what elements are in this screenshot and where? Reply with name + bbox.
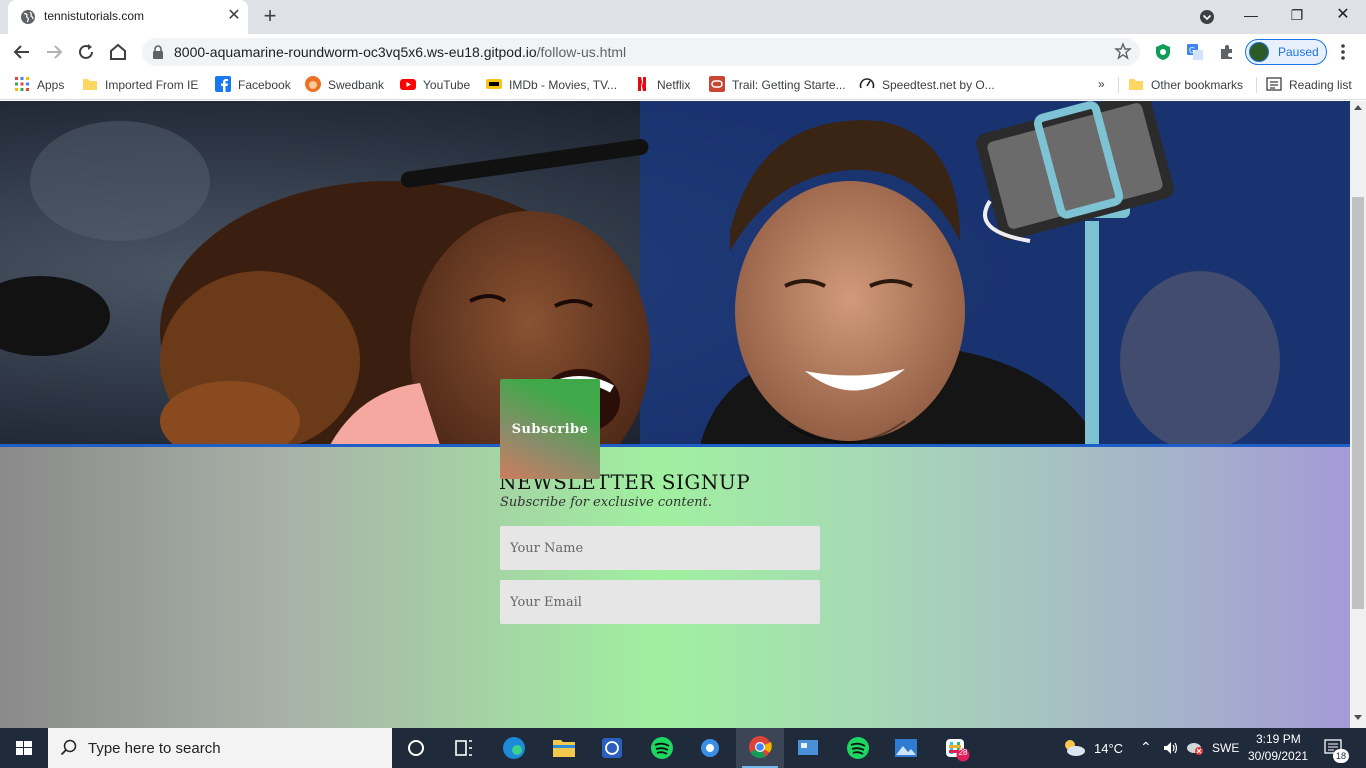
bookmark-apps[interactable]: Apps xyxy=(14,76,64,94)
taskbar-chrome-active[interactable] xyxy=(736,728,784,768)
tennis-players-selfie-illustration xyxy=(0,101,1350,445)
scroll-up-arrow-icon[interactable] xyxy=(1354,105,1362,110)
bookmark-facebook[interactable]: Facebook xyxy=(215,76,291,94)
bookmark-other[interactable]: Other bookmarks xyxy=(1128,76,1243,94)
slack-badge: 28 xyxy=(958,748,968,757)
edge-browser-icon[interactable] xyxy=(490,728,538,768)
weather-temperature[interactable]: 14°C xyxy=(1094,741,1123,756)
new-tab-button[interactable]: + xyxy=(258,4,282,28)
weather-cloud-icon[interactable] xyxy=(1062,738,1086,758)
bookmark-imdb[interactable]: IMDb - Movies, TV... xyxy=(486,76,617,94)
network-warning-icon[interactable] xyxy=(1186,740,1204,756)
newsletter-section: NEWSLETTER SIGNUP Subscribe for exclusiv… xyxy=(0,447,1350,728)
scrollbar-thumb[interactable] xyxy=(1352,197,1364,609)
newsletter-subheading: Subscribe for exclusive content. xyxy=(500,495,713,510)
avatar xyxy=(1249,42,1269,62)
spotify-icon[interactable] xyxy=(638,728,686,768)
reading-list-button[interactable]: Reading list xyxy=(1266,76,1352,94)
tab-search-icon[interactable] xyxy=(1198,8,1216,26)
address-bar[interactable]: 8000-aquamarine-roundworm-oc3vq5x6.ws-eu… xyxy=(142,38,1140,66)
svg-text:G: G xyxy=(1189,46,1195,55)
translate-extension-icon[interactable]: G xyxy=(1186,43,1204,61)
reading-list-icon xyxy=(1266,77,1282,91)
bookmarks-bar: Apps Imported From IE Facebook Swedbank … xyxy=(0,70,1366,100)
tab-strip: tennistutorials.com ✕ + — ❐ ✕ xyxy=(0,0,1366,34)
lock-icon[interactable] xyxy=(152,45,164,59)
bookmark-imported-from-ie[interactable]: Imported From IE xyxy=(82,76,198,94)
bookmark-separator xyxy=(1256,77,1257,93)
tab-title: tennistutorials.com xyxy=(44,9,145,23)
minimize-button[interactable]: — xyxy=(1228,0,1274,32)
bookmark-netflix[interactable]: Netflix xyxy=(634,76,690,94)
speedtest-icon xyxy=(859,78,875,89)
photos-icon[interactable] xyxy=(882,728,930,768)
facebook-icon xyxy=(215,76,231,92)
slack-icon xyxy=(946,739,970,762)
control-panel-icon[interactable] xyxy=(784,728,832,768)
file-explorer-icon[interactable] xyxy=(540,728,588,768)
folder-icon xyxy=(83,79,97,90)
bookmark-trail[interactable]: Trail: Getting Starte... xyxy=(709,76,846,94)
bookmark-youtube[interactable]: YouTube xyxy=(400,76,470,94)
browser-toolbar: 8000-aquamarine-roundworm-oc3vq5x6.ws-eu… xyxy=(0,34,1366,70)
chevron-up-icon[interactable]: ⌃ xyxy=(1140,739,1152,756)
close-window-button[interactable]: ✕ xyxy=(1320,0,1366,32)
clock-date[interactable]: 30/09/2021 xyxy=(1248,749,1308,763)
page-viewport: NEWSLETTER SIGNUP Subscribe for exclusiv… xyxy=(0,101,1366,728)
tab-close-icon[interactable]: ✕ xyxy=(224,6,244,26)
reload-icon[interactable] xyxy=(74,40,98,64)
name-input[interactable] xyxy=(500,526,820,570)
netflix-icon xyxy=(638,77,646,91)
windows-start-icon[interactable] xyxy=(0,728,48,768)
profile-status: Paused xyxy=(1278,45,1319,59)
bookmark-separator xyxy=(1118,77,1119,93)
bookmarks-overflow[interactable]: » xyxy=(1098,76,1105,94)
oracle-icon xyxy=(709,76,725,92)
back-arrow-icon[interactable] xyxy=(10,40,34,64)
url-text[interactable]: 8000-aquamarine-roundworm-oc3vq5x6.ws-eu… xyxy=(174,44,626,60)
profile-button[interactable]: Paused xyxy=(1245,39,1327,65)
task-view-icon[interactable] xyxy=(440,728,488,768)
clock-time[interactable]: 3:19 PM xyxy=(1256,732,1301,746)
bookmark-swedbank[interactable]: Swedbank xyxy=(305,76,384,94)
swedbank-icon xyxy=(305,76,321,92)
search-icon xyxy=(60,739,77,756)
bookmark-speedtest[interactable]: Speedtest.net by O... xyxy=(859,76,995,94)
chrome-icon xyxy=(749,736,772,758)
volume-icon[interactable] xyxy=(1162,740,1180,756)
windows-taskbar: Type here to search 28 14°C ⌃ SWE 3:19 P… xyxy=(0,728,1366,768)
home-icon[interactable] xyxy=(106,40,130,64)
slack-app[interactable]: 28 xyxy=(932,728,980,768)
youtube-icon xyxy=(400,79,416,90)
more-menu-icon[interactable] xyxy=(1336,42,1350,62)
apps-grid-icon xyxy=(15,77,29,91)
shield-extension-icon[interactable] xyxy=(1154,43,1172,61)
email-input[interactable] xyxy=(500,580,820,624)
subscribe-button[interactable]: Subscribe xyxy=(500,379,600,479)
input-language[interactable]: SWE xyxy=(1212,741,1239,755)
puzzle-extensions-icon[interactable] xyxy=(1218,43,1236,61)
imdb-icon xyxy=(486,79,502,89)
spotify-icon[interactable] xyxy=(834,728,882,768)
tab-active[interactable]: tennistutorials.com ✕ xyxy=(8,0,248,34)
quick-assist-icon[interactable] xyxy=(588,728,636,768)
settings-gear-app-icon[interactable] xyxy=(686,728,734,768)
scroll-down-arrow-icon[interactable] xyxy=(1354,715,1362,720)
restore-button[interactable]: ❐ xyxy=(1274,0,1320,32)
folder-icon xyxy=(1129,79,1143,90)
taskbar-search-box[interactable]: Type here to search xyxy=(48,728,392,768)
vertical-scrollbar[interactable] xyxy=(1350,101,1366,728)
taskbar-search-placeholder: Type here to search xyxy=(88,740,221,757)
globe-icon xyxy=(21,10,35,24)
cortana-icon[interactable] xyxy=(392,728,440,768)
notification-count-badge: 18 xyxy=(1333,749,1349,763)
forward-arrow-icon[interactable] xyxy=(42,40,66,64)
hero-image xyxy=(0,101,1350,445)
bookmark-star-icon[interactable] xyxy=(1114,42,1132,60)
